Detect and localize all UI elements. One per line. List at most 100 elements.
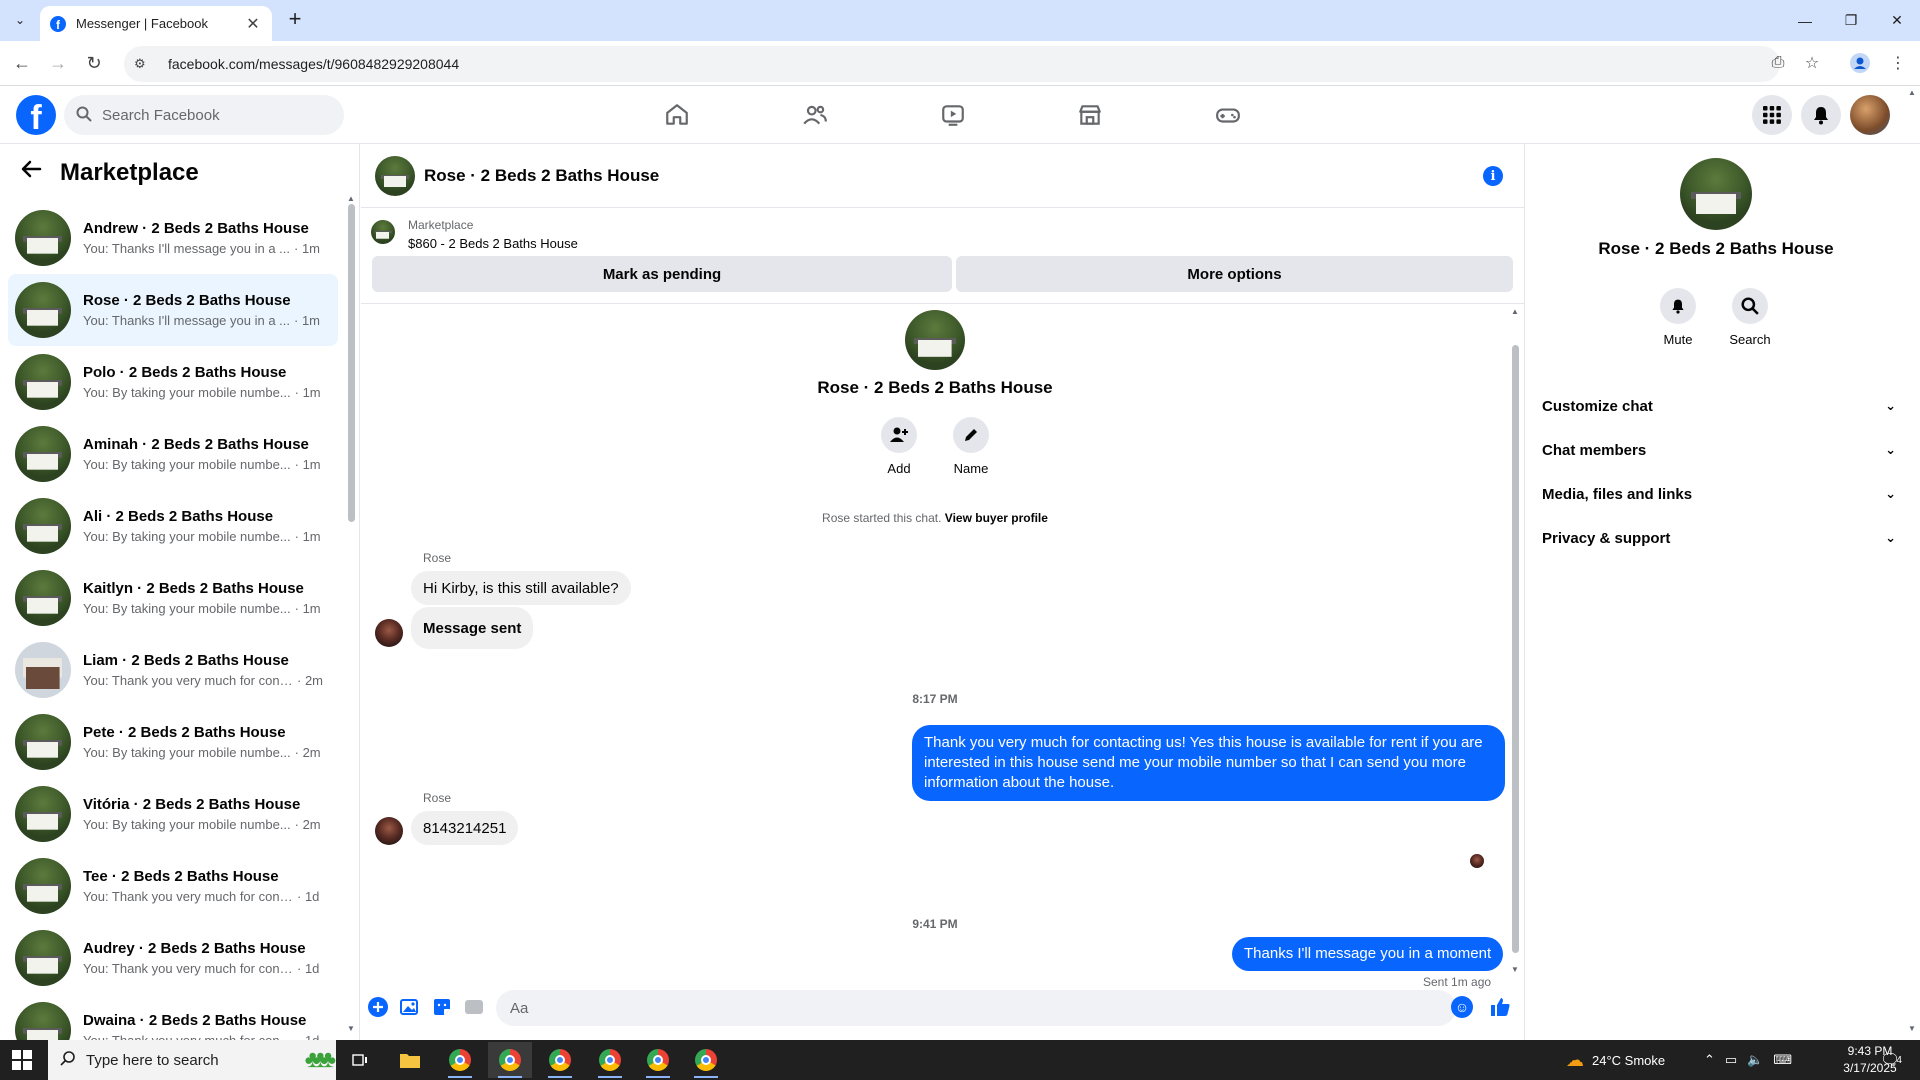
- mark-as-pending-button[interactable]: Mark as pending: [372, 256, 952, 292]
- conversation-time: · 1d: [297, 889, 320, 904]
- add-people-button[interactable]: Add: [869, 417, 929, 476]
- listing-thumbnail[interactable]: [371, 220, 395, 244]
- conversation-item[interactable]: Kaitlyn · 2 Beds 2 Baths House You: By ta…: [8, 562, 338, 634]
- close-window-button[interactable]: ✕: [1874, 0, 1920, 41]
- conversation-item[interactable]: Vitória · 2 Beds 2 Baths House You: By ta…: [8, 778, 338, 850]
- outgoing-message[interactable]: Thank you very much for contacting us! Y…: [912, 725, 1505, 801]
- incoming-message[interactable]: Message sent: [411, 607, 534, 649]
- outgoing-message[interactable]: Thanks I'll message you in a moment: [1232, 937, 1504, 971]
- show-hidden-icons-icon[interactable]: ⌃: [1704, 1052, 1715, 1068]
- forward-button[interactable]: →: [46, 51, 70, 75]
- search-in-chat-button[interactable]: Search: [1720, 288, 1780, 347]
- browser-tab[interactable]: f Messenger | Facebook ✕: [40, 6, 272, 41]
- video-nav-icon[interactable]: [933, 95, 973, 135]
- profile-icon[interactable]: [1848, 51, 1872, 75]
- chrome-app-icon[interactable]: [438, 1042, 482, 1078]
- chrome-app-icon[interactable]: [538, 1042, 582, 1078]
- customize-chat-section[interactable]: Customize chat ⌄: [1542, 384, 1896, 428]
- home-nav-icon[interactable]: [657, 95, 697, 135]
- conversation-item[interactable]: Aminah · 2 Beds 2 Baths House You: By tak…: [8, 418, 338, 490]
- thumbs-up-icon[interactable]: [1489, 996, 1511, 1018]
- weather-widget[interactable]: ☁ 24°C Smoke: [1566, 1040, 1665, 1080]
- menu-grid-icon[interactable]: [1752, 95, 1792, 135]
- browser-menu-icon[interactable]: ⋮: [1886, 51, 1910, 75]
- conversation-item[interactable]: Ali · 2 Beds 2 Baths House You: By taking…: [8, 490, 338, 562]
- gaming-nav-icon[interactable]: [1208, 95, 1248, 135]
- volume-icon[interactable]: 🔈: [1747, 1052, 1763, 1068]
- message-input[interactable]: Aa: [496, 990, 1456, 1026]
- tab-search-button[interactable]: ⌄: [8, 8, 32, 32]
- scroll-up-arrow[interactable]: ▲: [1511, 307, 1519, 316]
- chevron-down-icon: ⌄: [1885, 398, 1896, 413]
- conversation-item[interactable]: Tee · 2 Beds 2 Baths House You: Thank you…: [8, 850, 338, 922]
- media-files-links-section[interactable]: Media, files and links ⌄: [1542, 472, 1896, 516]
- plus-circle-icon[interactable]: [367, 996, 389, 1018]
- info-icon[interactable]: i: [1483, 166, 1503, 186]
- marketplace-nav-icon[interactable]: [1070, 95, 1110, 135]
- chat-members-section[interactable]: Chat members ⌄: [1542, 428, 1896, 472]
- new-tab-button[interactable]: +: [283, 8, 307, 32]
- sender-avatar[interactable]: [375, 817, 403, 845]
- reload-button[interactable]: ↻: [82, 51, 106, 75]
- incoming-message[interactable]: 8143214251: [411, 811, 519, 845]
- chevron-down-icon: ⌄: [1885, 486, 1896, 501]
- back-arrow-icon[interactable]: [20, 158, 48, 187]
- view-buyer-profile-link[interactable]: View buyer profile: [945, 511, 1048, 525]
- sidebar-scrollbar[interactable]: [348, 204, 355, 522]
- listing-title[interactable]: $860 - 2 Beds 2 Baths House: [408, 236, 578, 251]
- message-thread: ▲ ▼ Rose · 2 Beds 2 Baths House Add Name…: [361, 305, 1525, 989]
- mute-button[interactable]: Mute: [1648, 288, 1708, 347]
- conversation-item[interactable]: Pete · 2 Beds 2 Baths House You: By takin…: [8, 706, 338, 778]
- facebook-search-input[interactable]: Search Facebook: [64, 95, 344, 135]
- friends-nav-icon[interactable]: [795, 95, 835, 135]
- keyboard-icon[interactable]: ⌨: [1773, 1052, 1792, 1068]
- chat-panel: Rose · 2 Beds 2 Baths House i Marketplac…: [361, 144, 1525, 1040]
- scroll-up-arrow[interactable]: ▲: [1908, 88, 1916, 97]
- conversation-item[interactable]: Polo · 2 Beds 2 Baths House You: By takin…: [8, 346, 338, 418]
- facebook-logo[interactable]: f: [16, 95, 56, 135]
- gif-icon[interactable]: [463, 996, 485, 1018]
- scroll-down-arrow[interactable]: ▼: [1908, 1024, 1916, 1033]
- info-avatar[interactable]: [1680, 158, 1752, 230]
- windows-start-button[interactable]: [12, 1050, 32, 1070]
- more-options-button[interactable]: More options: [956, 256, 1513, 292]
- notification-center-icon[interactable]: 🗨 4: [1880, 1040, 1902, 1080]
- conversation-time: · 1d: [297, 961, 320, 976]
- install-app-icon[interactable]: ⎙: [1766, 51, 1790, 75]
- network-icon[interactable]: ▭: [1725, 1052, 1737, 1068]
- back-button[interactable]: ←: [10, 51, 34, 75]
- tab-close-icon[interactable]: ✕: [244, 14, 262, 34]
- privacy-support-section[interactable]: Privacy & support ⌄: [1542, 516, 1896, 560]
- notifications-bell-icon[interactable]: [1801, 95, 1841, 135]
- scroll-down-arrow[interactable]: ▼: [1511, 965, 1519, 974]
- incoming-message[interactable]: Hi Kirby, is this still available?: [411, 571, 631, 605]
- chrome-app-icon[interactable]: [588, 1042, 632, 1078]
- file-explorer-icon[interactable]: [388, 1042, 432, 1078]
- emoji-icon[interactable]: ☺: [1451, 996, 1473, 1018]
- chrome-app-icon[interactable]: [636, 1042, 680, 1078]
- edit-name-button[interactable]: Name: [941, 417, 1001, 476]
- task-view-icon[interactable]: [338, 1042, 382, 1078]
- taskbar-search-input[interactable]: Type here to search ♣♣♣: [48, 1040, 336, 1080]
- conversation-item[interactable]: Rose · 2 Beds 2 Baths House You: Thanks I…: [8, 274, 338, 346]
- chat-scrollbar[interactable]: [1512, 345, 1519, 953]
- account-avatar[interactable]: [1850, 95, 1890, 135]
- timestamp: 9:41 PM: [912, 917, 958, 931]
- chrome-app-icon[interactable]: [488, 1042, 532, 1078]
- photo-icon[interactable]: [399, 996, 421, 1018]
- sender-avatar[interactable]: [375, 619, 403, 647]
- minimize-button[interactable]: —: [1782, 0, 1828, 41]
- address-bar[interactable]: ⚙ facebook.com/messages/t/96084829292080…: [124, 46, 1780, 82]
- site-info-icon[interactable]: ⚙: [134, 56, 154, 72]
- bookmark-star-icon[interactable]: ☆: [1800, 51, 1824, 75]
- chat-header-name[interactable]: Rose · 2 Beds 2 Baths House: [424, 166, 659, 186]
- chat-header-avatar[interactable]: [375, 156, 415, 196]
- conversation-item[interactable]: Andrew · 2 Beds 2 Baths House You: Thanks…: [8, 202, 338, 274]
- conversation-item[interactable]: Liam · 2 Beds 2 Baths House You: Thank yo…: [8, 634, 338, 706]
- conversation-item[interactable]: Audrey · 2 Beds 2 Baths House You: Thank …: [8, 922, 338, 994]
- scroll-up-arrow[interactable]: ▲: [347, 194, 355, 203]
- sticker-icon[interactable]: [431, 996, 453, 1018]
- restore-button[interactable]: ❐: [1828, 0, 1874, 41]
- scroll-down-arrow[interactable]: ▼: [347, 1024, 355, 1033]
- chrome-app-icon[interactable]: [684, 1042, 728, 1078]
